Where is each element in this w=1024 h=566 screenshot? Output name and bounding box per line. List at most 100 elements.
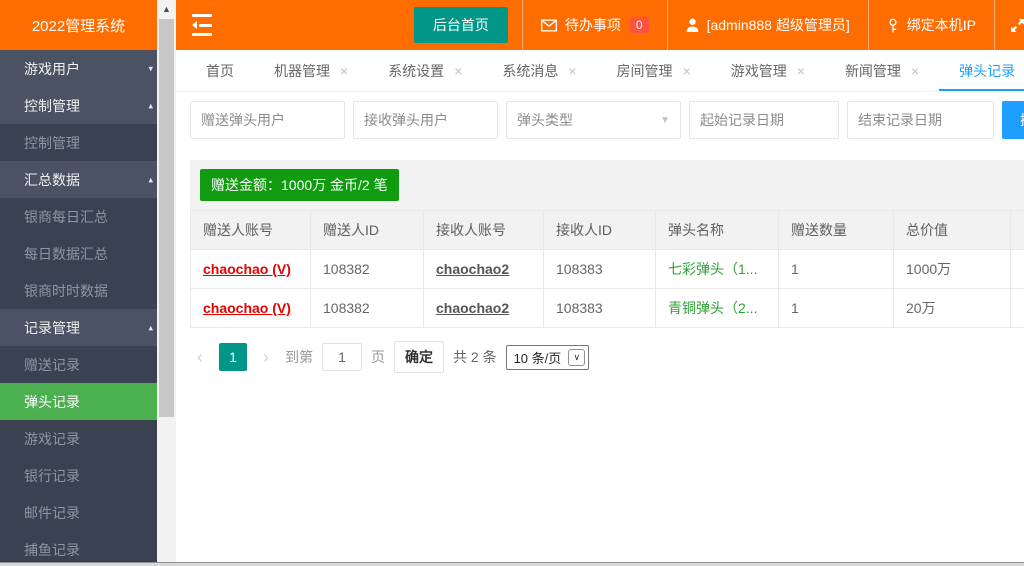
expand-arrows-icon [1009, 17, 1024, 34]
tab-close-icon[interactable]: × [568, 63, 576, 79]
sidebar: 2022管理系统 游戏用户▾控制管理▴控制管理汇总数据▴银商每日汇总每日数据汇总… [0, 0, 157, 566]
sidebar-item-label: 每日数据汇总 [0, 244, 108, 264]
next-page-button[interactable]: › [256, 347, 276, 368]
main-area: 后台首页 待办事项 0 [admin888 超级管理员] 绑定本机IP [176, 0, 1024, 566]
table-header-row: 赠送人账号赠送人ID接收人账号接收人ID弹头名称赠送数量总价值 [191, 211, 1024, 250]
page-size-select[interactable]: 10 条/页 ∨ [506, 345, 590, 370]
sidebar-item-label: 弹头记录 [0, 392, 80, 412]
user-link[interactable]: chaochao (V) [203, 300, 291, 316]
bind-ip-button[interactable]: 绑定本机IP [868, 0, 994, 50]
envelope-icon [541, 19, 557, 32]
user-link[interactable]: chaochao2 [436, 300, 509, 316]
tab[interactable]: 弹头记录× [939, 50, 1024, 91]
todo-items-button[interactable]: 待办事项 0 [522, 0, 667, 50]
sidebar-item-label: 控制管理 [0, 96, 80, 116]
sidebar-item[interactable]: 汇总数据▴ [0, 161, 157, 198]
tab-close-icon[interactable]: × [454, 63, 462, 79]
sidebar-item[interactable]: 银商每日汇总 [0, 198, 157, 235]
table-header-cell [1011, 211, 1024, 250]
table-cell-receiver-id: 108383 [544, 289, 656, 328]
admin-user-button[interactable]: [admin888 超级管理员] [667, 0, 868, 50]
sidebar-scrollbar[interactable]: ▲ [157, 0, 176, 566]
user-icon [686, 18, 699, 32]
sidebar-item[interactable]: 每日数据汇总 [0, 235, 157, 272]
sidebar-item-label: 游戏用户 [0, 59, 80, 79]
table-header-cell: 赠送人ID [311, 211, 424, 250]
tab[interactable]: 新闻管理 × [825, 50, 939, 91]
start-date-input[interactable] [689, 101, 839, 139]
tab[interactable]: 首页 [186, 50, 254, 91]
user-link[interactable]: chaochao2 [436, 261, 509, 277]
table-cell-warhead: 青铜弹头（2... [656, 289, 779, 328]
search-button[interactable]: 搜索 [1002, 101, 1024, 139]
records-table: 赠送人账号赠送人ID接收人账号接收人ID弹头名称赠送数量总价值 chaochao… [190, 210, 1024, 328]
sidebar-item[interactable]: 控制管理 [0, 124, 157, 161]
prev-page-button[interactable]: ‹ [190, 347, 210, 368]
cell-value: 108383 [556, 261, 603, 277]
tab-close-icon[interactable]: × [797, 63, 805, 79]
tab-close-icon[interactable]: × [340, 63, 348, 79]
receiver-filter-input[interactable] [353, 101, 498, 139]
end-date-input[interactable] [847, 101, 994, 139]
goto-page-input[interactable] [322, 343, 362, 371]
table-cell-total-value: 1000万 [894, 250, 1011, 289]
user-link[interactable]: chaochao (V) [203, 261, 291, 277]
bind-ip-label: 绑定本机IP [907, 15, 976, 35]
content: 赠送金额：1000万 金币/2 笔 赠送人账号赠送人ID接收人账号接收人ID弹头… [176, 148, 1024, 373]
cell-value: 108383 [556, 300, 603, 316]
sidebar-item[interactable]: 银商时时数据 [0, 272, 157, 309]
scrollbar-thumb[interactable] [159, 19, 174, 417]
page-unit-label: 页 [371, 347, 385, 367]
backend-home-button[interactable]: 后台首页 [414, 7, 508, 43]
tab[interactable]: 系统消息× [482, 50, 596, 91]
sidebar-item[interactable]: 邮件记录 [0, 494, 157, 531]
sidebar-item[interactable]: 游戏用户▾ [0, 50, 157, 87]
tab[interactable]: 机器管理× [254, 50, 368, 91]
warhead-type-select[interactable]: 弹头类型 ▼ [506, 101, 681, 139]
fullscreen-button[interactable] [994, 0, 1024, 50]
confirm-button[interactable]: 确定 [394, 341, 444, 373]
tab-label: 系统设置 [388, 61, 444, 81]
sidebar-item[interactable]: 赠送记录 [0, 346, 157, 383]
table-header-cell: 接收人ID [544, 211, 656, 250]
giver-filter-input[interactable] [190, 101, 345, 139]
scrollbar-up-arrow-icon[interactable]: ▲ [157, 0, 176, 17]
table-row: chaochao (V) 108382 chaochao2 108383 七彩弹头（1.… [191, 250, 1024, 289]
sidebar-item[interactable]: 记录管理▴ [0, 309, 157, 346]
horizontal-scrollbar[interactable] [0, 562, 1024, 566]
cell-value: 七彩弹头（1... [668, 261, 757, 277]
table-cell-receiver: chaochao2 [424, 289, 544, 328]
tab-close-icon[interactable]: × [683, 63, 691, 79]
warhead-type-placeholder: 弹头类型 [517, 110, 573, 130]
page-1-button[interactable]: 1 [219, 343, 247, 371]
tab-label: 弹头记录 [959, 61, 1015, 81]
sidebar-item[interactable]: 游戏记录 [0, 420, 157, 457]
tab-label: 房间管理 [617, 61, 673, 81]
goto-label: 到第 [285, 347, 313, 367]
sidebar-item-label: 游戏记录 [0, 429, 80, 449]
tab[interactable]: 游戏管理× [711, 50, 825, 91]
table-cell-giver-id: 108382 [311, 250, 424, 289]
tab[interactable]: 房间管理 × [597, 50, 711, 91]
cell-value: 108382 [323, 261, 370, 277]
records-card: 赠送金额：1000万 金币/2 笔 赠送人账号赠送人ID接收人账号接收人ID弹头… [190, 160, 1024, 373]
tab[interactable]: 系统设置 × [368, 50, 482, 91]
cell-value: 1 [791, 261, 799, 277]
cell-value: 1 [791, 300, 799, 316]
sidebar-item[interactable]: 银行记录 [0, 457, 157, 494]
chevron-up-icon: ▴ [148, 100, 153, 111]
sidebar-item-label: 记录管理 [0, 318, 80, 338]
sidebar-item[interactable]: 捕鱼记录 [0, 531, 157, 566]
chevron-up-icon: ▴ [148, 174, 153, 185]
table-toolbar: 赠送金额：1000万 金币/2 笔 [190, 160, 1024, 210]
tab-label: 新闻管理 [845, 61, 901, 81]
todo-count-badge: 0 [630, 17, 649, 33]
tab-close-icon[interactable]: × [911, 63, 919, 79]
cell-value: 1000万 [906, 261, 951, 277]
menu-toggle-icon[interactable] [176, 0, 228, 50]
top-header: 后台首页 待办事项 0 [admin888 超级管理员] 绑定本机IP [176, 0, 1024, 50]
sidebar-item-label: 赠送记录 [0, 355, 80, 375]
sidebar-item[interactable]: 弹头记录 [0, 383, 157, 420]
sidebar-item[interactable]: 控制管理 ▴ [0, 87, 157, 124]
cell-value: 20万 [906, 300, 936, 316]
